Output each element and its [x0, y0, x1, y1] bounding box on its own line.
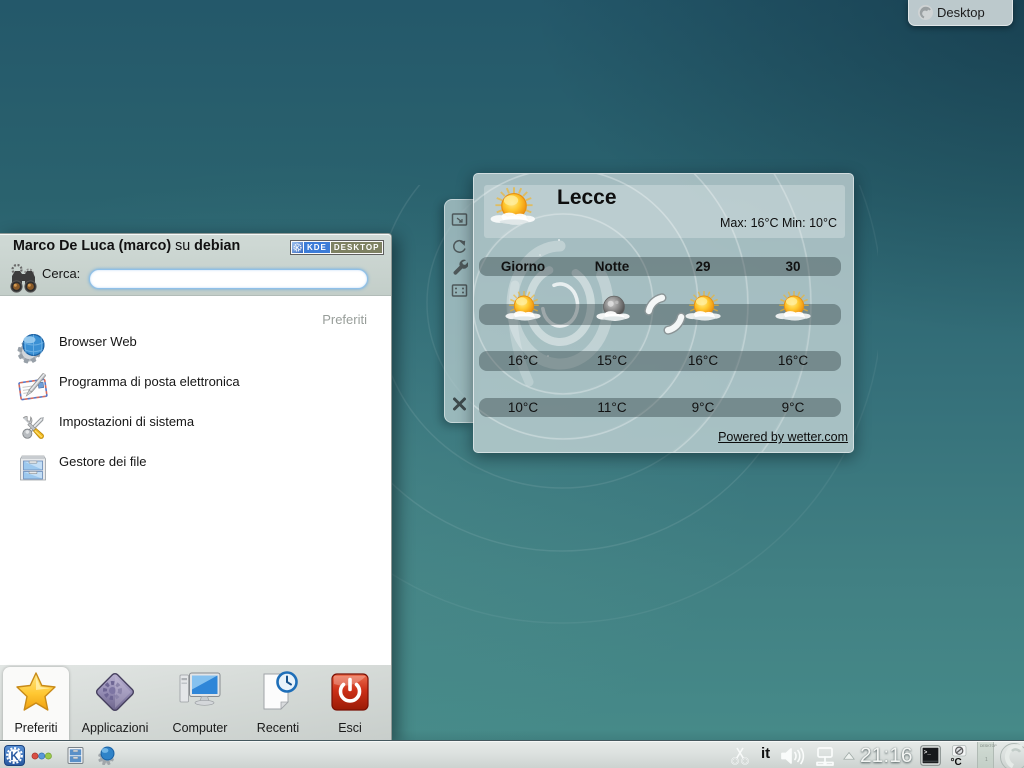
svg-text:K: K — [10, 751, 19, 763]
svg-text:°C: °C — [951, 757, 962, 767]
svg-text:>_: >_ — [924, 749, 932, 756]
svg-text:K: K — [295, 245, 300, 252]
